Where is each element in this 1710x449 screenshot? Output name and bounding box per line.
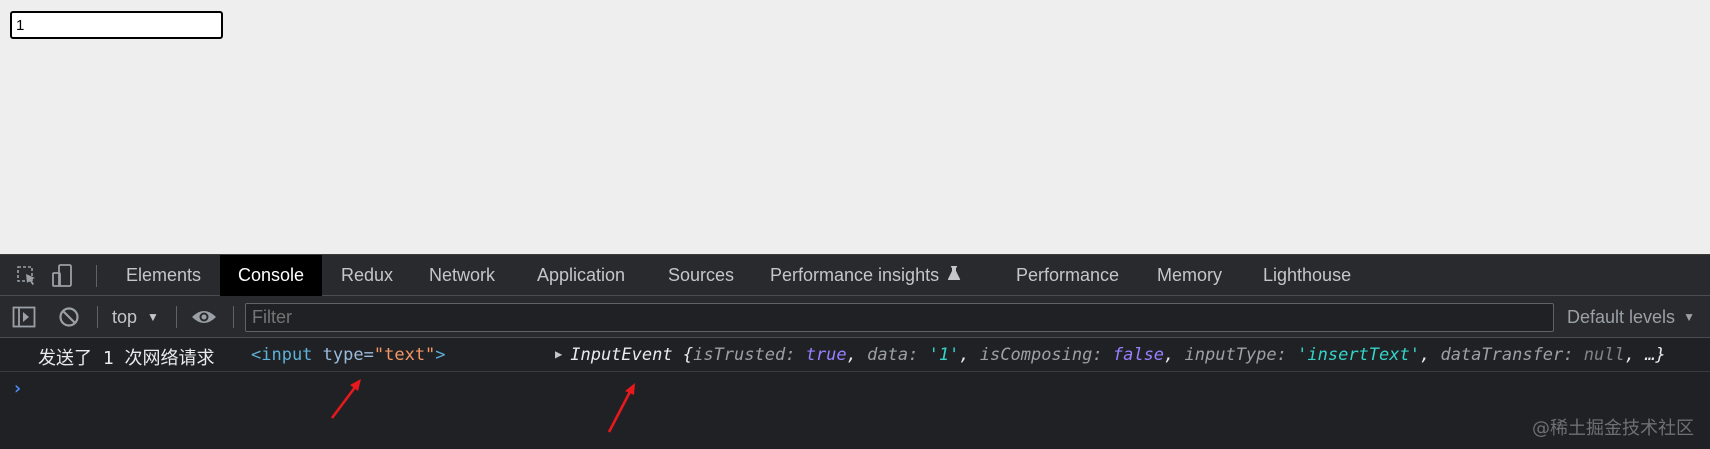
element-tag-close: > [435, 345, 446, 365]
event-comma: , [1164, 345, 1185, 365]
console-output: 发送了 1 次网络请求 <input type="text"> ▶ InputEv… [0, 338, 1710, 449]
event-key: dataTransfer [1440, 345, 1564, 365]
element-tag-open: <input [251, 345, 313, 365]
tab-sources[interactable]: Sources [650, 255, 752, 296]
tab-console[interactable]: Console [220, 255, 323, 296]
inspect-element-icon[interactable] [14, 263, 40, 289]
event-colon: : [908, 345, 929, 365]
event-value: 'insertText' [1297, 345, 1420, 365]
experimental-flask-icon [947, 256, 961, 297]
context-selector-value: top [112, 307, 138, 327]
tab-memory[interactable]: Memory [1139, 255, 1240, 296]
tab-lighthouse[interactable]: Lighthouse [1245, 255, 1369, 296]
event-brace-close: , …} [1624, 345, 1666, 365]
event-value: '1' [928, 345, 960, 365]
logged-event-object[interactable]: ▶ InputEvent {isTrusted: true, data: '1',… [555, 345, 1666, 365]
console-log-row: 发送了 1 次网络请求 <input type="text"> ▶ InputEv… [0, 338, 1710, 372]
page-area [0, 0, 1710, 254]
tab-redux[interactable]: Redux [323, 255, 411, 296]
page-text-input[interactable] [10, 11, 223, 39]
log-levels-dropdown[interactable]: Default levels ▼ [1567, 304, 1695, 330]
event-brace-open: { [682, 345, 694, 365]
element-attr-value: "text" [373, 345, 436, 365]
event-colon: : [785, 345, 806, 365]
console-toolbar: top ▼ Default levels ▼ [0, 296, 1710, 338]
dropdown-arrow-icon: ▼ [147, 310, 159, 324]
device-toolbar-icon[interactable] [49, 263, 75, 289]
log-message-text: 发送了 1 次网络请求 [38, 348, 215, 369]
event-colon: : [1563, 345, 1584, 365]
tab-application[interactable]: Application [519, 255, 643, 296]
event-value: false [1112, 345, 1165, 365]
devtools-tabbar: Elements Console Redux Network Applicati… [0, 254, 1710, 296]
toolbar-divider [176, 306, 177, 328]
console-prompt-icon[interactable]: › [12, 378, 23, 399]
toolbar-divider [96, 265, 97, 287]
event-colon: : [1276, 345, 1298, 365]
event-value: true [805, 345, 847, 365]
expand-triangle-icon[interactable]: ▶ [555, 347, 562, 361]
element-attr-eq: = [363, 345, 374, 365]
tab-performance-insights-label: Performance insights [770, 265, 940, 285]
dropdown-arrow-icon: ▼ [1683, 310, 1695, 324]
event-comma: , [1419, 345, 1441, 365]
element-attr-name: type [322, 345, 364, 365]
tab-performance[interactable]: Performance [998, 255, 1137, 296]
logged-element-node[interactable]: <input type="text"> [251, 345, 446, 365]
toolbar-divider [97, 306, 98, 328]
watermark-text: @稀土掘金技术社区 [1532, 418, 1694, 439]
annotation-arrow-2 [607, 383, 635, 433]
tab-network[interactable]: Network [411, 255, 513, 296]
event-key: isComposing [979, 345, 1093, 365]
annotation-arrow-1 [330, 379, 361, 419]
event-colon: : [1092, 345, 1113, 365]
event-comma: , [846, 345, 868, 365]
clear-console-icon[interactable] [56, 304, 82, 330]
event-class-name: InputEvent [570, 345, 673, 365]
event-key: data [867, 345, 909, 365]
tab-elements[interactable]: Elements [108, 255, 219, 296]
live-expression-icon[interactable] [191, 304, 217, 330]
event-key: inputType [1184, 345, 1277, 365]
context-selector[interactable]: top ▼ [112, 304, 159, 330]
event-key: isTrusted [693, 345, 786, 365]
toolbar-divider [233, 306, 234, 328]
event-comma: , [959, 345, 980, 365]
log-levels-label: Default levels [1567, 307, 1676, 327]
show-sidebar-icon[interactable] [11, 304, 37, 330]
devtools-panel: Elements Console Redux Network Applicati… [0, 254, 1710, 449]
tab-performance-insights[interactable]: Performance insights [752, 255, 979, 296]
console-filter-input[interactable] [245, 303, 1554, 332]
event-value: null [1583, 345, 1625, 365]
